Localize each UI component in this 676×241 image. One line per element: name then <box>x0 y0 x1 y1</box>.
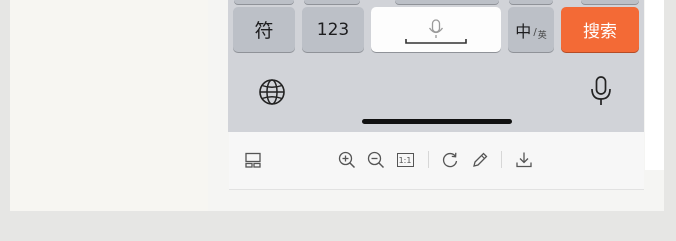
toolbar-divider <box>428 151 429 168</box>
globe-icon[interactable] <box>256 76 288 108</box>
actual-size-icon[interactable]: 1:1 <box>394 149 416 171</box>
number-key[interactable]: 123 <box>302 7 364 52</box>
microphone-icon[interactable] <box>585 74 617 108</box>
space-key[interactable] <box>371 7 501 52</box>
key-partial <box>304 0 360 4</box>
zoom-out-icon[interactable] <box>365 149 387 171</box>
key-partial <box>234 0 294 4</box>
left-panel <box>10 0 208 211</box>
number-key-label: 123 <box>316 19 350 40</box>
search-key[interactable]: 搜索 <box>561 7 639 52</box>
layout-icon[interactable] <box>242 149 264 171</box>
lang-separator: / <box>533 27 537 38</box>
ratio-label: 1:1 <box>398 155 412 165</box>
edit-icon[interactable] <box>469 149 491 171</box>
symbol-key-label: 符 <box>254 20 274 42</box>
search-key-label: 搜索 <box>583 22 617 42</box>
rotate-icon[interactable] <box>439 149 461 171</box>
zoom-in-icon[interactable] <box>336 149 358 171</box>
key-partial <box>509 0 553 4</box>
language-switch-key[interactable]: 中 / 英 <box>508 7 554 52</box>
key-partial <box>581 0 639 4</box>
key-partial <box>395 0 499 4</box>
home-indicator <box>362 119 512 124</box>
image-viewer-toolbar: 1:1 <box>229 132 644 190</box>
page-edge <box>645 0 664 170</box>
download-icon[interactable] <box>513 149 535 171</box>
symbol-key[interactable]: 符 <box>233 7 295 52</box>
lang-alt-label: 英 <box>537 30 547 41</box>
microphone-icon <box>405 18 467 44</box>
keyboard-screenshot: 符 123 中 / 英 搜索 <box>228 0 644 132</box>
toolbar-divider <box>501 151 502 168</box>
lang-main-label: 中 <box>515 21 532 41</box>
